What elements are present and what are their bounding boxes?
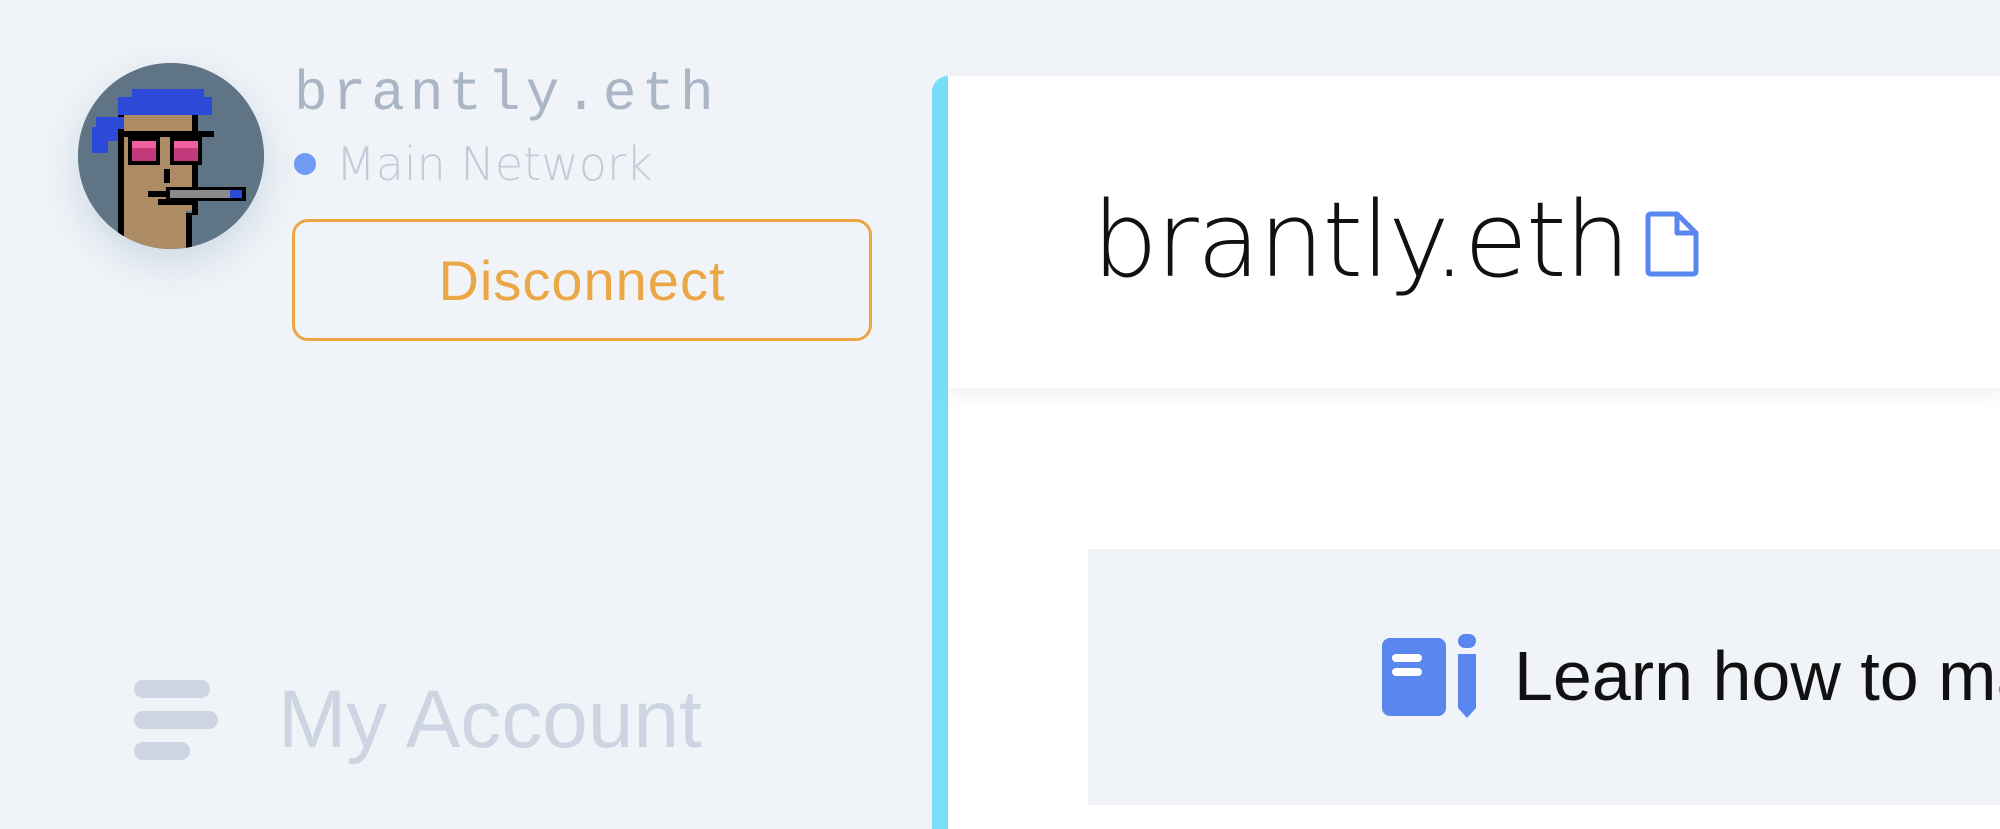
account-name: brantly.eth [294, 62, 719, 126]
accent-bar [932, 76, 948, 829]
help-notice[interactable]: Learn how to man [1088, 549, 2000, 805]
help-notice-row: Learn how to man [1382, 611, 2000, 741]
help-notice-text: Learn how to man [1514, 637, 2000, 715]
page-title-row: brantly.eth [1092, 170, 1699, 310]
sidebar: brantly.eth Main Network Disconnect My A… [0, 0, 932, 829]
sidebar-item-label: My Account [278, 674, 702, 765]
page-header: brantly.eth [948, 76, 2000, 388]
network-status: Main Network [294, 134, 653, 194]
page-title: brantly.eth [1092, 179, 1631, 301]
document-icon[interactable] [1645, 211, 1699, 277]
manual-icon [1382, 634, 1476, 718]
main-panel: brantly.eth Learn how to man [948, 76, 2000, 829]
menu-lines-icon [134, 680, 218, 760]
sidebar-item-my-account[interactable]: My Account [134, 670, 702, 770]
disconnect-button[interactable]: Disconnect [292, 219, 872, 341]
network-label: Main Network [336, 137, 653, 191]
avatar[interactable] [78, 63, 264, 249]
pixel-punk-avatar-icon [78, 63, 264, 249]
network-status-dot-icon [294, 153, 316, 175]
